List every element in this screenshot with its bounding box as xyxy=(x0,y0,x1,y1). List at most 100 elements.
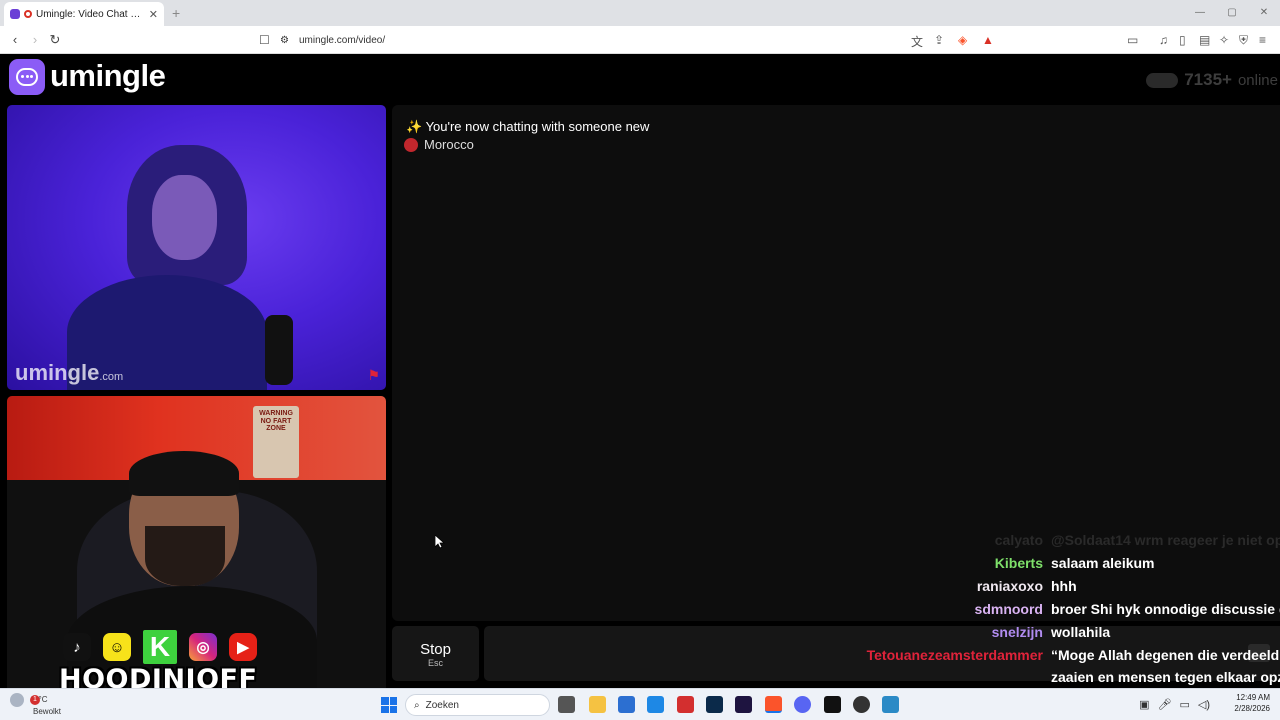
notification-badge: 1 xyxy=(30,695,40,705)
umingle-watermark: umingle.com xyxy=(15,360,124,385)
chat-message: calyato @Soldaat14 wrm reageer je niet op xyxy=(995,532,1280,548)
chat-message: zaaien en mensen tegen elkaar opz xyxy=(1043,669,1280,685)
network-icon[interactable]: ▭ xyxy=(1179,698,1189,711)
recording-icon xyxy=(24,10,32,18)
online-label: online xyxy=(1237,71,1278,89)
store-icon[interactable] xyxy=(618,696,635,713)
address-bar: ‹ › ↻ ☐ ⚙ umingle.com/video/ 文 ⇪ ◈ ▲ ▭ ♫… xyxy=(0,26,1280,54)
discord-icon[interactable] xyxy=(794,696,811,713)
chat-text: hhh xyxy=(1051,578,1077,594)
date: 2/28/2026 xyxy=(1234,703,1270,713)
site-info-icon[interactable]: ⚙ xyxy=(280,35,289,46)
app-icon[interactable] xyxy=(882,696,899,713)
window-controls: — ▢ ✕ xyxy=(1184,0,1280,26)
chat-message: snelzijn wollahila xyxy=(992,624,1280,640)
taskbar-search[interactable]: ⌕ Zoeken xyxy=(405,694,550,716)
kick-icon: K xyxy=(143,630,177,664)
browser-tab[interactable]: Umingle: Video Chat with Str ✕ xyxy=(4,2,164,26)
youtube-icon: ▶ xyxy=(229,633,257,661)
sidebar-icon[interactable]: ▭ xyxy=(1127,33,1138,47)
search-icon: ⌕ xyxy=(414,699,420,711)
weather-widget[interactable]: 1 11°C Bewolkt xyxy=(10,693,61,717)
back-icon[interactable]: ‹ xyxy=(5,32,25,47)
system-tray: ▣ 🎤︎ ▭ ◁) xyxy=(1139,698,1210,711)
premiere-icon[interactable] xyxy=(735,696,752,713)
volume-icon[interactable]: ◁) xyxy=(1198,698,1210,711)
menu-icon[interactable]: ≡ xyxy=(1259,33,1266,47)
snapchat-icon: ☺ xyxy=(103,633,131,661)
chat-text: broer Shi hyk onnodige discussie di xyxy=(1051,601,1280,617)
morocco-flag-icon xyxy=(404,137,418,152)
chat-message: Tetouanezeamsterdammer “Moge Allah degene… xyxy=(867,647,1280,663)
clock[interactable]: 12:49 AM 2/28/2026 xyxy=(1234,693,1270,715)
task-view-icon[interactable] xyxy=(558,696,575,713)
chat-message: raniaxoxo hhh xyxy=(977,578,1280,594)
leo-ai-icon[interactable]: ✧ xyxy=(1219,33,1229,47)
url-text: umingle.com/video/ xyxy=(298,34,386,46)
streamer-beard xyxy=(145,526,225,586)
acrobat-icon[interactable] xyxy=(677,696,694,713)
stop-button[interactable]: Stop Esc xyxy=(392,626,479,681)
chat-username: raniaxoxo xyxy=(976,578,1043,594)
stop-shortcut: Esc xyxy=(427,658,443,668)
close-tab-icon[interactable]: ✕ xyxy=(149,8,158,21)
stop-label: Stop xyxy=(420,641,451,658)
umingle-logo-icon[interactable] xyxy=(9,59,45,95)
country-line: Morocco xyxy=(404,137,474,152)
windows-start-icon[interactable] xyxy=(381,697,397,713)
url-field[interactable]: ⚙ umingle.com/video/ xyxy=(280,31,1000,49)
streamer-name: HOODINIOFF xyxy=(59,664,258,688)
media-icon[interactable]: ♫ xyxy=(1159,33,1168,47)
reload-icon[interactable]: ↻ xyxy=(45,32,65,48)
microphone xyxy=(265,315,293,385)
bookmark-icon[interactable]: ☐ xyxy=(259,33,270,47)
chat-text: zaaien en mensen tegen elkaar opz xyxy=(1051,669,1280,685)
warning-sign: WARNING NO FART ZONE xyxy=(253,406,299,478)
tray-app-icon[interactable]: ▣ xyxy=(1139,698,1149,711)
system-message: ✨ You're now chatting with someone new xyxy=(406,119,650,134)
brave-shields-icon[interactable]: ◈ xyxy=(958,33,967,47)
microphone-icon[interactable]: 🎤︎ xyxy=(1158,698,1172,711)
chat-text: “Moge Allah degenen die verdeeldh xyxy=(1051,647,1280,663)
obs-icon[interactable] xyxy=(853,696,870,713)
wallet-icon[interactable]: ▤ xyxy=(1199,33,1210,47)
brave-rewards-icon[interactable]: ▲ xyxy=(982,33,994,47)
report-flag-icon[interactable]: ⚑ xyxy=(367,367,380,384)
logo-text[interactable]: umingle xyxy=(50,58,166,94)
brave-browser-icon[interactable] xyxy=(765,696,782,713)
umingle-favicon-icon xyxy=(10,9,20,19)
chat-username: Kiberts xyxy=(994,555,1043,571)
capcut-icon[interactable] xyxy=(824,696,841,713)
cloud-icon xyxy=(10,693,24,707)
tab-title: Umingle: Video Chat with Str xyxy=(36,8,145,20)
minimize-button[interactable]: — xyxy=(1184,0,1216,26)
stranger-face xyxy=(152,175,217,260)
reading-list-icon[interactable]: ▯ xyxy=(1179,33,1186,47)
chat-text: salaam aleikum xyxy=(1051,555,1155,571)
theme-toggle[interactable] xyxy=(1146,72,1179,88)
forward-icon[interactable]: › xyxy=(25,32,45,47)
search-placeholder: Zoeken xyxy=(425,699,459,711)
self-video: WARNING NO FART ZONE ♪ ☺ K ◎ ▶ HOODINIOF… xyxy=(7,396,386,688)
photoshop-icon[interactable] xyxy=(706,696,723,713)
outlook-icon[interactable] xyxy=(647,696,664,713)
chat-username: snelzijn xyxy=(991,624,1043,640)
vpn-icon[interactable]: ⛨ xyxy=(1239,33,1248,48)
streamer-beanie xyxy=(129,451,239,496)
chat-username: calyato xyxy=(994,532,1043,548)
chat-username: Tetouanezeamsterdammer xyxy=(866,647,1043,663)
online-counter: 7135+ online xyxy=(1146,70,1278,90)
new-tab-button[interactable]: + xyxy=(172,5,180,21)
social-icons: ♪ ☺ K ◎ ▶ xyxy=(63,630,257,664)
translate-icon[interactable]: 文 xyxy=(911,33,923,50)
instagram-icon: ◎ xyxy=(189,633,217,661)
file-explorer-icon[interactable] xyxy=(589,696,606,713)
stranger-video: umingle.com ⚑ xyxy=(7,105,386,390)
time: 12:49 AM xyxy=(1236,693,1270,702)
close-window-button[interactable]: ✕ xyxy=(1248,0,1280,26)
weather-text: Bewolkt xyxy=(33,707,62,716)
share-icon[interactable]: ⇪ xyxy=(934,33,944,47)
maximize-button[interactable]: ▢ xyxy=(1216,0,1248,26)
chat-text: wollahila xyxy=(1051,624,1111,640)
chat-message: sdmnoord broer Shi hyk onnodige discussie… xyxy=(975,601,1280,617)
